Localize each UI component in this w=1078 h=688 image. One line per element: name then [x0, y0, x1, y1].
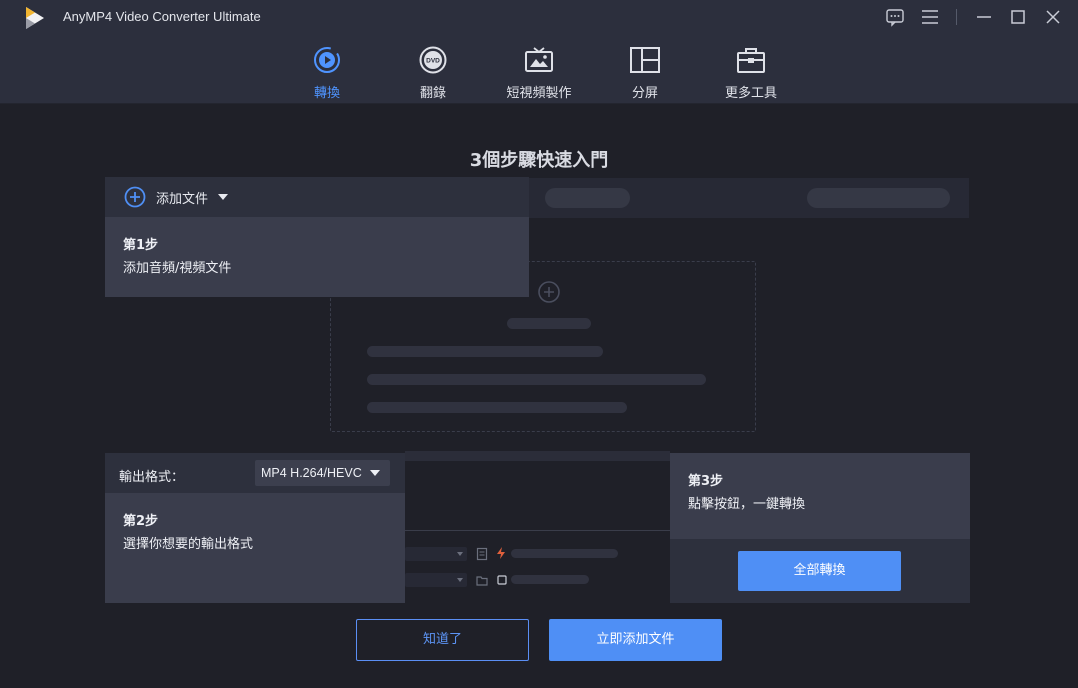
file-icon	[476, 547, 488, 561]
step3-info: 第3步 點擊按鈕，一鍵轉換	[670, 453, 970, 539]
menu-icon[interactable]	[919, 6, 941, 28]
tab-ripper[interactable]: DVD 翻錄	[385, 34, 481, 104]
ghost-select	[405, 573, 467, 587]
maximize-icon[interactable]	[1007, 6, 1029, 28]
ghost-line	[511, 549, 618, 558]
step3-desc: 點擊按鈕，一鍵轉換	[688, 497, 806, 512]
tab-mv[interactable]: 短視頻製作	[491, 34, 587, 104]
add-files-now-button[interactable]: 立即添加文件	[549, 619, 722, 661]
toolbox-icon	[737, 48, 765, 73]
convert-all-button[interactable]: 全部轉換	[738, 551, 901, 591]
output-format-label: 輸出格式：	[119, 470, 185, 485]
add-circle-icon	[124, 186, 146, 208]
add-file-label: 添加文件	[156, 191, 209, 207]
app-title: AnyMP4 Video Converter Ultimate	[63, 9, 261, 24]
add-file-button[interactable]: 添加文件	[124, 186, 229, 208]
main-nav: 轉換 DVD 翻錄 短視頻製作 分屏 更多工具	[0, 34, 1078, 104]
ghost-pill	[545, 188, 630, 208]
tab-mv-label: 短視頻製作	[506, 86, 572, 101]
convert-icon	[314, 47, 340, 73]
ghost-select	[405, 547, 467, 561]
feedback-icon[interactable]	[884, 6, 906, 28]
ghost-pill	[807, 188, 950, 208]
ghost-divider	[405, 530, 670, 531]
tab-toolbox[interactable]: 更多工具	[703, 34, 799, 104]
ghost-line	[511, 575, 589, 584]
step1-card: 添加文件 第1步 添加音頻/視頻文件	[105, 177, 529, 297]
step3-card: 第3步 點擊按鈕，一鍵轉換 全部轉換	[670, 453, 970, 603]
tv-icon	[525, 47, 553, 72]
split-screen-icon	[630, 47, 660, 73]
chevron-down-icon	[370, 470, 380, 476]
step1-header: 添加文件	[105, 177, 529, 217]
ghost-toolbar	[529, 178, 969, 218]
output-format-value: MP4 H.264/HEVC	[261, 466, 362, 480]
add-icon	[538, 281, 560, 303]
step1-desc: 添加音頻/視頻文件	[123, 261, 232, 276]
guide-title: 3個步驟快速入門	[469, 150, 609, 171]
output-format-select[interactable]: MP4 H.264/HEVC	[255, 460, 390, 486]
step1-title: 第1步	[123, 238, 159, 253]
minimize-icon[interactable]	[973, 6, 995, 28]
svg-text:DVD: DVD	[426, 58, 440, 65]
app-logo-icon	[26, 7, 44, 29]
ghost-bar	[405, 451, 670, 461]
step2-card: 輸出格式： MP4 H.264/HEVC 第2步 選擇你想要的輸出格式	[105, 453, 405, 603]
ghost-line	[367, 402, 627, 413]
lightning-icon	[497, 547, 505, 559]
step3-title: 第3步	[688, 474, 724, 489]
close-icon[interactable]	[1042, 6, 1064, 28]
tab-collage[interactable]: 分屏	[597, 34, 693, 104]
step2-header: 輸出格式： MP4 H.264/HEVC	[105, 453, 405, 493]
got-it-button[interactable]: 知道了	[356, 619, 529, 661]
chevron-down-icon[interactable]	[218, 194, 229, 200]
ghost-line	[367, 374, 706, 385]
folder-icon	[476, 576, 488, 586]
tab-toolbox-label: 更多工具	[724, 86, 777, 101]
tab-convert[interactable]: 轉換	[279, 34, 375, 104]
quick-start-guide: 3個步驟快速入門 添加文件 第1步 添加音頻/視頻文件 輸出格式： MP4 H.…	[0, 104, 1078, 688]
title-bar: AnyMP4 Video Converter Ultimate	[0, 0, 1078, 34]
ghost-line	[507, 318, 591, 329]
title-separator	[956, 9, 957, 25]
checkbox-icon	[497, 575, 507, 585]
dvd-icon: DVD	[419, 46, 447, 74]
step2-title: 第2步	[123, 514, 159, 529]
tab-convert-label: 轉換	[313, 86, 340, 101]
tab-ripper-label: 翻錄	[419, 86, 446, 101]
ghost-line	[367, 346, 603, 357]
tab-collage-label: 分屏	[631, 86, 658, 101]
step2-desc: 選擇你想要的輸出格式	[123, 537, 254, 552]
